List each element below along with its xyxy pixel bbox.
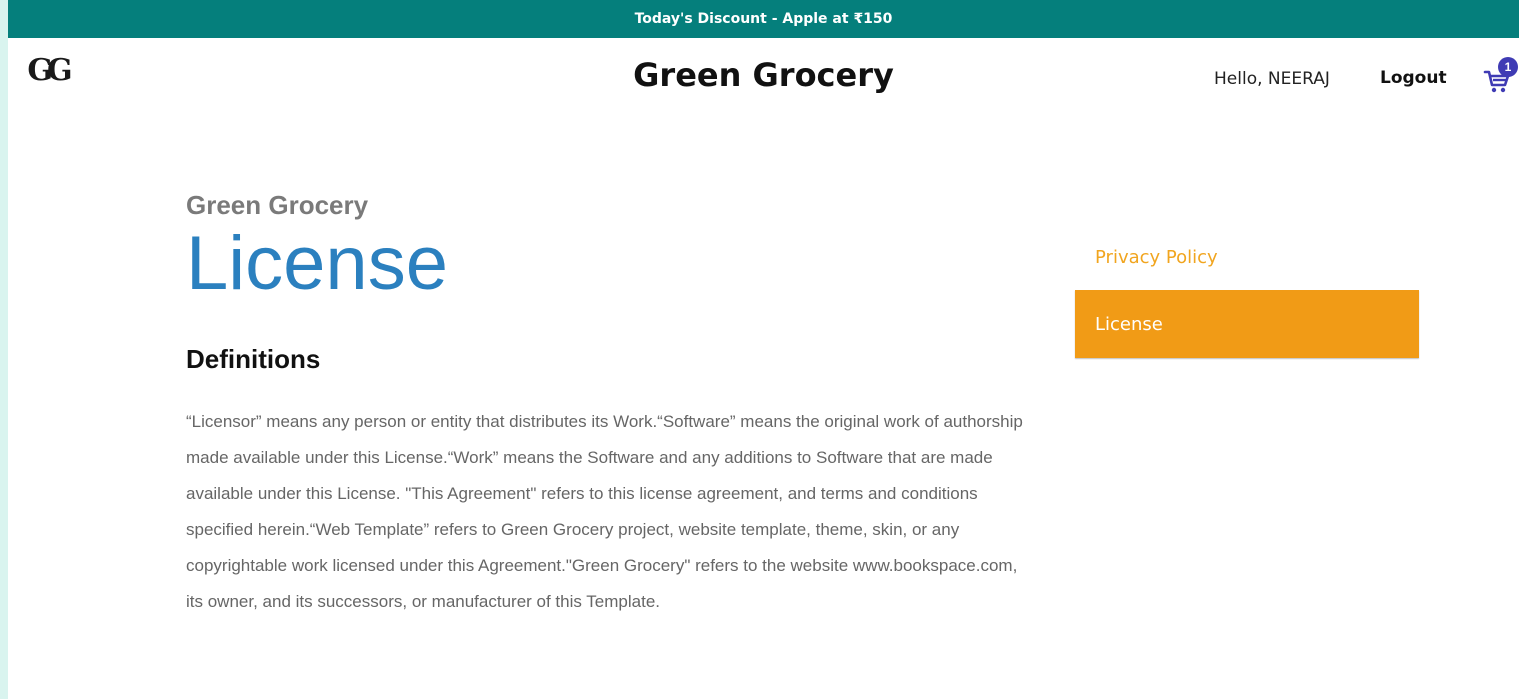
logout-button[interactable]: Logout: [1380, 68, 1447, 88]
page-eyebrow: Green Grocery: [186, 190, 369, 220]
side-nav-license[interactable]: License: [1075, 290, 1419, 358]
page: Today's Discount - Apple at ₹150 GG Gree…: [8, 0, 1519, 699]
definitions-text: “Licensor” means any person or entity th…: [186, 412, 1023, 611]
promo-text: Today's Discount - Apple at ₹150: [634, 11, 893, 27]
side-nav: Privacy Policy License: [1075, 228, 1419, 358]
site-header: GG Green Grocery Hello, NEERAJ Logout 1: [8, 38, 1519, 128]
cart-count-badge: 1: [1498, 57, 1518, 77]
user-greeting: Hello, NEERAJ: [1214, 69, 1330, 89]
side-nav-privacy-policy[interactable]: Privacy Policy: [1075, 228, 1419, 286]
page-title: License: [186, 221, 448, 306]
logo[interactable]: GG: [26, 52, 72, 88]
promo-bar: Today's Discount - Apple at ₹150: [8, 0, 1519, 38]
logo-text: GG: [27, 52, 72, 88]
section-heading: Definitions: [186, 344, 321, 374]
site-title-link[interactable]: Green Grocery: [633, 56, 894, 94]
